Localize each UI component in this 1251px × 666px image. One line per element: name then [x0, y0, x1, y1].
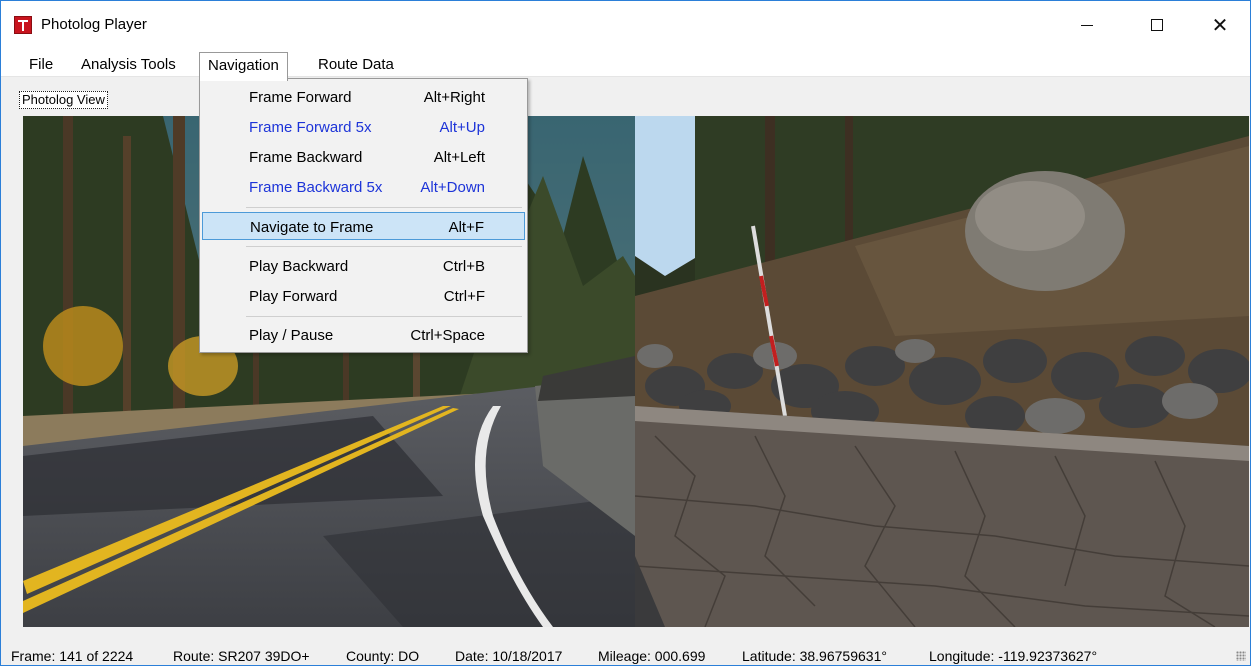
menu-item-shortcut: Alt+Left	[433, 149, 485, 166]
menu-item-play-pause[interactable]: Play / Pause Ctrl+Space	[202, 321, 525, 349]
menu-item-shortcut: Alt+F	[448, 219, 484, 236]
menu-item-frame-backward-5x[interactable]: Frame Backward 5x Alt+Down	[202, 173, 525, 201]
menu-analysis-tools[interactable]: Analysis Tools	[73, 52, 184, 78]
status-bar: Frame: 141 of 2224 Route: SR207 39DO+ Co…	[1, 629, 1250, 665]
resize-grip-icon[interactable]	[1236, 651, 1246, 661]
menu-item-shortcut: Ctrl+B	[442, 258, 485, 275]
status-county: County: DO	[346, 648, 420, 664]
app-logo-icon	[14, 16, 32, 34]
menu-item-shortcut: Ctrl+Space	[410, 327, 485, 344]
right-camera-image	[635, 116, 1249, 627]
status-longitude: Longitude: -119.92373627°	[929, 648, 1098, 664]
status-frame: Frame: 141 of 2224	[11, 648, 134, 664]
menu-bar: File Analysis Tools Navigation Route Dat…	[1, 49, 1250, 81]
menu-file[interactable]: File	[21, 52, 61, 78]
minimize-icon	[1081, 24, 1093, 26]
menu-item-label: Frame Backward	[249, 149, 363, 166]
menu-item-shortcut: Alt+Up	[439, 119, 485, 136]
maximize-button[interactable]	[1134, 1, 1180, 49]
menu-item-play-forward[interactable]: Play Forward Ctrl+F	[202, 282, 525, 310]
title-bar[interactable]: Photolog Player ✕	[1, 1, 1250, 49]
menu-item-shortcut: Alt+Down	[420, 179, 485, 196]
menu-route-data[interactable]: Route Data	[310, 52, 402, 78]
close-button[interactable]: ✕	[1197, 1, 1243, 49]
view-tab-strip: Photolog View	[1, 78, 1250, 116]
menu-separator	[246, 207, 522, 208]
menu-navigation[interactable]: Navigation	[199, 52, 288, 81]
menu-item-frame-backward[interactable]: Frame Backward Alt+Left	[202, 143, 525, 171]
menu-separator	[246, 246, 522, 247]
window-title: Photolog Player	[41, 16, 147, 33]
menu-item-shortcut: Ctrl+F	[443, 288, 485, 305]
menu-item-label: Frame Forward	[249, 89, 352, 106]
close-icon: ✕	[1211, 13, 1229, 37]
menu-item-play-backward[interactable]: Play Backward Ctrl+B	[202, 252, 525, 280]
menu-item-shortcut: Alt+Right	[423, 89, 485, 106]
menu-item-frame-forward-5x[interactable]: Frame Forward 5x Alt+Up	[202, 113, 525, 141]
menu-item-label: Navigate to Frame	[250, 219, 374, 236]
navigation-menu-dropdown: Frame Forward Alt+Right Frame Forward 5x…	[199, 78, 528, 353]
status-mileage: Mileage: 000.699	[598, 648, 706, 664]
menu-item-label: Frame Forward 5x	[249, 119, 372, 136]
menu-item-label: Play Forward	[249, 288, 338, 305]
maximize-icon	[1151, 19, 1163, 31]
menu-separator	[246, 316, 522, 317]
menu-item-frame-forward[interactable]: Frame Forward Alt+Right	[202, 83, 525, 111]
menu-item-label: Play Backward	[249, 258, 349, 275]
minimize-button[interactable]	[1064, 1, 1110, 49]
menu-item-label: Frame Backward 5x	[249, 179, 383, 196]
menu-item-label: Play / Pause	[249, 327, 334, 344]
status-latitude: Latitude: 38.96759631°	[742, 648, 887, 664]
app-window: Photolog Player ✕ File Analysis Tools Na…	[0, 0, 1251, 666]
status-date: Date: 10/18/2017	[455, 648, 563, 664]
menu-item-navigate-to-frame[interactable]: Navigate to Frame Alt+F	[202, 212, 525, 240]
tab-photolog-view[interactable]: Photolog View	[19, 91, 108, 109]
status-route: Route: SR207 39DO+	[173, 648, 310, 664]
